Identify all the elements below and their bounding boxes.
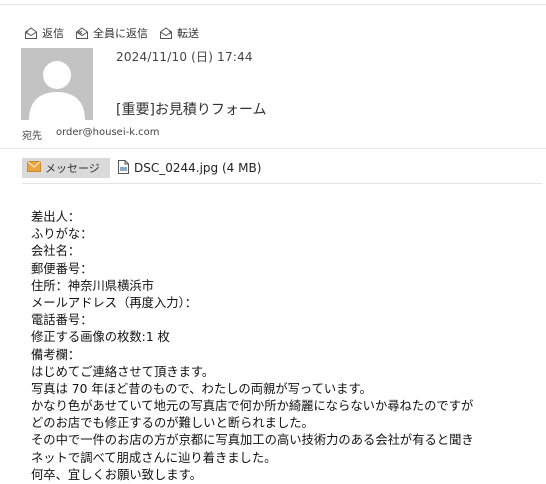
message-tab-label: メッセージ <box>45 162 100 175</box>
body-line: ネットで調べて朋成さんに辿り着きました。 <box>31 450 277 465</box>
attachment-file[interactable]: DSC_0244.jpg (4 MB) <box>118 159 262 177</box>
body-line: 郵便番号： <box>31 261 93 276</box>
message-tab[interactable]: メッセージ <box>22 158 110 178</box>
body-line: メールアドレス（再度入力）： <box>31 295 198 310</box>
person-silhouette-icon <box>21 48 93 120</box>
body-line: 電話番号： <box>31 313 93 328</box>
recipient-row: 宛先 order@housei-k.com <box>22 127 160 142</box>
body-line: どのお店でも修正するのが難しいと断られました。 <box>31 416 314 431</box>
body-line: 備考欄： <box>31 347 81 362</box>
message-date: 2024/11/10 (日) 17:44 <box>116 50 253 64</box>
attachment-bar: メッセージ DSC_0244.jpg (4 MB) <box>22 158 261 178</box>
body-line: 写真は 70 年ほど昔のもので、わたしの両親が写っています。 <box>31 381 372 396</box>
to-label: 宛先 <box>22 131 42 142</box>
reply-button[interactable]: 返信 <box>24 25 64 41</box>
to-address[interactable]: order@housei-k.com <box>56 127 160 142</box>
body-line: 差出人： <box>31 210 81 224</box>
attachment-divider <box>22 183 542 184</box>
top-divider <box>0 4 546 5</box>
sender-avatar <box>21 48 93 120</box>
reply-all-button[interactable]: 全員に返信 <box>75 25 148 41</box>
forward-label: 転送 <box>177 27 199 40</box>
body-line: 何卒、宜しくお願い致します。 <box>31 467 202 482</box>
body-line: ふりがな： <box>31 227 93 242</box>
attachment-file-label: DSC_0244.jpg (4 MB) <box>134 161 262 175</box>
message-subject: [重要]お見積りフォーム <box>116 102 267 118</box>
body-line: かなり色があせていて地元の写真店で何か所か綺麗にならないか尋ねたのですが <box>31 399 474 414</box>
message-actions-toolbar: 返信 全員に返信 転送 <box>24 25 210 41</box>
body-line: 修正する画像の枚数:1 枚 <box>31 330 170 345</box>
header-divider <box>0 148 546 149</box>
reply-label: 返信 <box>42 27 64 40</box>
body-line: その中で一件のお店の方が京都に写真加工の高い技術力のある会社が有ると聞き <box>31 433 474 448</box>
reply-icon <box>24 26 38 40</box>
body-line: 会社名： <box>31 244 81 259</box>
body-line: はじめてご連絡させて頂きます。 <box>31 364 215 379</box>
reply-all-label: 全員に返信 <box>93 27 148 40</box>
forward-button[interactable]: 転送 <box>159 25 199 41</box>
forward-icon <box>159 26 173 40</box>
reply-all-icon <box>75 26 89 40</box>
file-icon <box>118 159 129 177</box>
body-line: 住所：神奈川県横浜市 <box>31 278 154 293</box>
envelope-icon <box>27 161 41 175</box>
message-body: 差出人： ふりがな： 会社名： 郵便番号： 住所：神奈川県横浜市 メールアドレス… <box>31 209 543 484</box>
